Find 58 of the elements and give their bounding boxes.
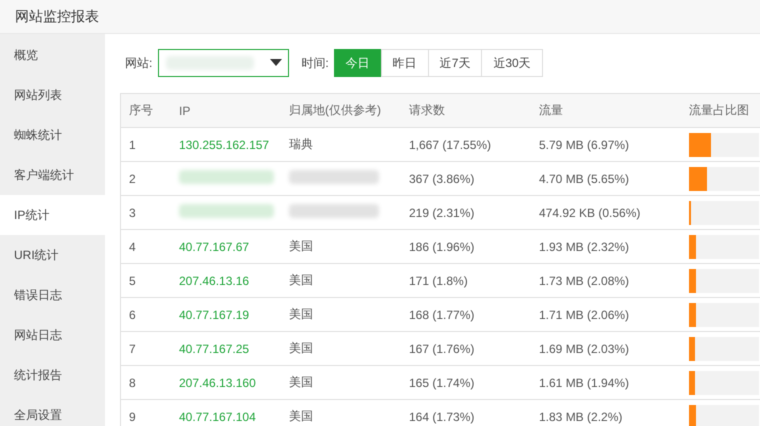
- sidebar-item[interactable]: 客户端统计: [0, 155, 105, 195]
- sidebar-item[interactable]: URI统计: [0, 235, 105, 275]
- table-cell-text: 5: [128, 274, 137, 288]
- table-cell-text: 2: [128, 172, 137, 186]
- table-cell-text: 美国: [288, 340, 314, 357]
- sidebar-item[interactable]: 网站列表: [0, 75, 105, 115]
- table-cell-text: 1,667 (17.55%): [408, 138, 492, 152]
- column-header: 流量占比图: [688, 102, 750, 119]
- table-cell-text: 3: [128, 206, 137, 220]
- time-range-tab[interactable]: 近7天: [428, 49, 482, 77]
- table-cell-text: 1.73 MB (2.08%): [538, 274, 630, 288]
- table-cell-text: 474.92 KB (0.56%): [538, 206, 642, 220]
- table-cell-text: 7: [128, 342, 137, 356]
- sidebar-item[interactable]: 网站日志: [0, 315, 105, 355]
- table-cell-text: 美国: [288, 272, 314, 289]
- table-cell-text: 美国: [288, 374, 314, 391]
- site-label: 网站:: [125, 54, 152, 72]
- time-range-tab[interactable]: 昨日: [380, 49, 429, 77]
- table-cell-text: 美国: [288, 408, 314, 425]
- column-header: 归属地(仅供参考): [288, 102, 382, 119]
- column-header: 流量: [538, 102, 564, 119]
- table-cell-text: 171 (1.8%): [408, 274, 469, 288]
- column-header: 序号: [128, 102, 154, 119]
- site-select[interactable]: [158, 49, 290, 77]
- table-cell-text: 168 (1.77%): [408, 308, 476, 322]
- column-header: 请求数: [408, 102, 446, 119]
- table-cell-text: 1.71 MB (2.06%): [538, 308, 630, 322]
- table-cell-text: 186 (1.96%): [408, 240, 476, 254]
- table-cell-text: 1: [128, 138, 137, 152]
- table-cell-text: 164 (1.73%): [408, 410, 476, 424]
- table-cell-text: 1.83 MB (2.2%): [538, 410, 624, 424]
- table-cell-text: 8: [128, 376, 137, 390]
- time-range-tab[interactable]: 近30天: [481, 49, 543, 77]
- table-cell-text: 瑞典: [288, 136, 314, 153]
- sidebar-item[interactable]: 统计报告: [0, 355, 105, 395]
- table-cell-text: 9: [128, 410, 137, 424]
- page-title: 网站监控报表: [15, 8, 99, 26]
- table-cell-text: 1.93 MB (2.32%): [538, 240, 630, 254]
- table-cell-text: 165 (1.74%): [408, 376, 476, 390]
- sidebar-item[interactable]: IP统计: [0, 195, 105, 235]
- table-cell-text: 美国: [288, 306, 314, 323]
- table-cell-text: 167 (1.76%): [408, 342, 476, 356]
- table-cell-text: 4.70 MB (5.65%): [538, 172, 630, 186]
- table-cell-text: 5.79 MB (6.97%): [538, 138, 630, 152]
- table-cell-text: 367 (3.86%): [408, 172, 476, 186]
- sidebar-item[interactable]: 错误日志: [0, 275, 105, 315]
- table-cell-text: 6: [128, 308, 137, 322]
- time-label: 时间:: [301, 54, 329, 72]
- table-cell-text: 4: [128, 240, 137, 254]
- table-cell-text: 美国: [288, 238, 314, 255]
- column-header: IP: [178, 104, 192, 118]
- table-cell-text: 1.61 MB (1.94%): [538, 376, 630, 390]
- sidebar-item[interactable]: 蜘蛛统计: [0, 115, 105, 155]
- table-cell-text: 219 (2.31%): [408, 206, 476, 220]
- caret-icon: [270, 59, 282, 67]
- sidebar-item[interactable]: 全局设置: [0, 395, 105, 426]
- table-cell-text: 1.69 MB (2.03%): [538, 342, 630, 356]
- sidebar-item[interactable]: 概览: [0, 35, 105, 75]
